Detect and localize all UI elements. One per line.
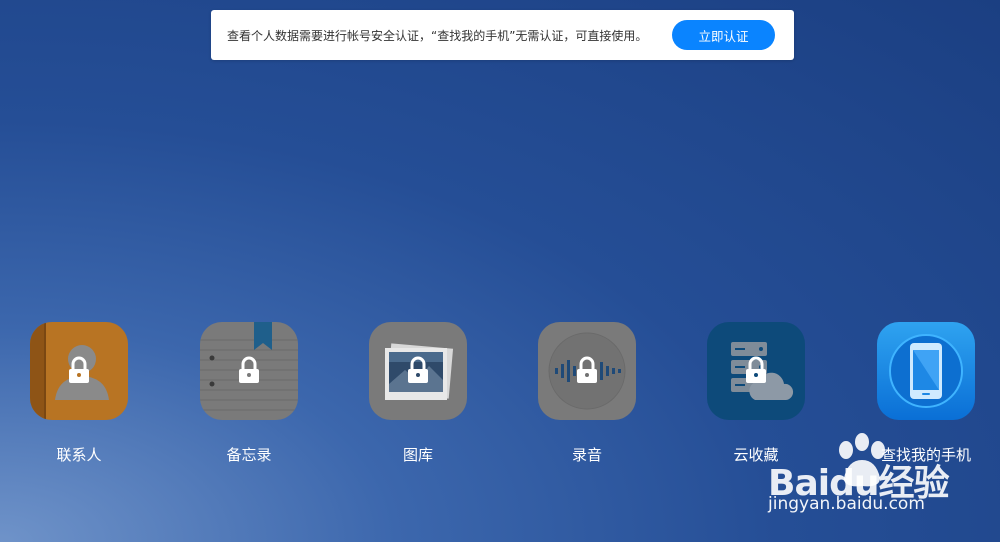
app-recorder[interactable]: 录音	[528, 322, 648, 472]
app-label-recorder: 录音	[571, 446, 602, 464]
app-label-gallery: 图库	[402, 446, 433, 464]
watermark-url: jingyan.baidu.com	[768, 494, 925, 514]
verify-now-button[interactable]: 立即认证	[672, 20, 775, 50]
cloud-favorites-icon[interactable]	[707, 322, 805, 420]
find-my-phone-icon[interactable]	[877, 322, 975, 420]
app-gallery[interactable]: 图库	[359, 322, 479, 472]
app-label-notes: 备忘录	[226, 446, 272, 464]
app-label-contacts: 联系人	[56, 446, 102, 464]
auth-notice-bar: 查看个人数据需要进行帐号安全认证，“查找我的手机”无需认证，可直接使用。 立即认…	[211, 10, 794, 60]
auth-notice-text: 查看个人数据需要进行帐号安全认证，“查找我的手机”无需认证，可直接使用。	[227, 29, 648, 43]
gallery-icon[interactable]	[369, 322, 467, 420]
baidu-jingyan-watermark: Baidu经验 jingyan.baidu.com	[768, 432, 1000, 542]
app-contacts[interactable]: 联系人	[20, 322, 140, 472]
recorder-icon[interactable]	[538, 322, 636, 420]
contacts-icon[interactable]	[30, 322, 128, 420]
notes-icon[interactable]	[200, 322, 298, 420]
app-notes[interactable]: 备忘录	[190, 322, 310, 472]
